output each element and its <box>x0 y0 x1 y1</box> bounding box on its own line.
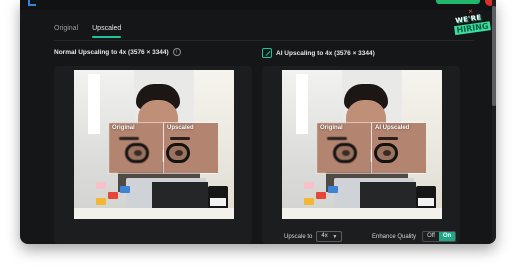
upscale-factor-value: 4x <box>321 233 328 239</box>
app-window: Original Upscaled Normal Upscaling to 4x… <box>20 0 496 244</box>
tabs-divider <box>54 40 474 41</box>
app-logo-icon <box>28 0 36 6</box>
compare-label-ai-upscaled: AI Upscaled <box>375 125 410 131</box>
toggle-off-option[interactable]: Off <box>423 232 440 241</box>
chevron-down-icon: ▼ <box>332 234 338 240</box>
normal-upscaled-image: Original Upscaled <box>74 70 234 219</box>
normal-upscale-title-text: Normal Upscaling to 4x (3576 × 3344) <box>54 48 169 56</box>
compare-loupe[interactable]: Original AI Upscaled <box>316 122 426 174</box>
info-icon[interactable]: i <box>172 48 181 56</box>
ai-upscale-icon <box>262 48 272 58</box>
view-tabs: Original Upscaled <box>54 24 122 38</box>
upscale-factor-select[interactable]: 4x ▼ <box>316 231 343 242</box>
primary-action-button[interactable] <box>436 0 480 4</box>
tab-upscaled[interactable]: Upscaled <box>92 24 122 38</box>
toggle-on-option[interactable]: On <box>439 232 456 241</box>
compare-label-upscaled: Upscaled <box>167 125 194 131</box>
enhance-quality-label: Enhance Quality <box>372 233 417 240</box>
vertical-scrollbar[interactable] <box>492 0 496 244</box>
hiring-badge[interactable]: × WE'RE HIRING <box>448 7 492 40</box>
tab-original[interactable]: Original <box>54 24 78 38</box>
compare-label-original: Original <box>320 125 343 131</box>
top-toolbar <box>20 0 496 10</box>
normal-upscale-title: Normal Upscaling to 4x (3576 × 3344) i <box>54 48 181 56</box>
ai-upscale-panel: Original AI Upscaled <box>262 66 460 244</box>
enhance-quality-toggle[interactable]: Off On <box>422 231 457 242</box>
compare-loupe[interactable]: Original Upscaled <box>108 122 218 174</box>
ai-upscale-title: AI Upscaling to 4x (3576 × 3344) <box>262 48 375 58</box>
compare-label-original: Original <box>112 125 135 131</box>
upscale-to-label: Upscale to <box>284 233 313 240</box>
ai-upscaled-image: Original AI Upscaled <box>282 70 442 219</box>
upscale-controls: Upscale to 4x ▼ <box>284 231 343 242</box>
ai-upscale-title-text: AI Upscaling to 4x (3576 × 3344) <box>276 49 375 57</box>
scrollbar-thumb[interactable] <box>492 6 496 106</box>
enhance-quality-controls: Enhance Quality Off On <box>372 231 457 242</box>
normal-upscale-panel: Original Upscaled <box>54 66 252 244</box>
